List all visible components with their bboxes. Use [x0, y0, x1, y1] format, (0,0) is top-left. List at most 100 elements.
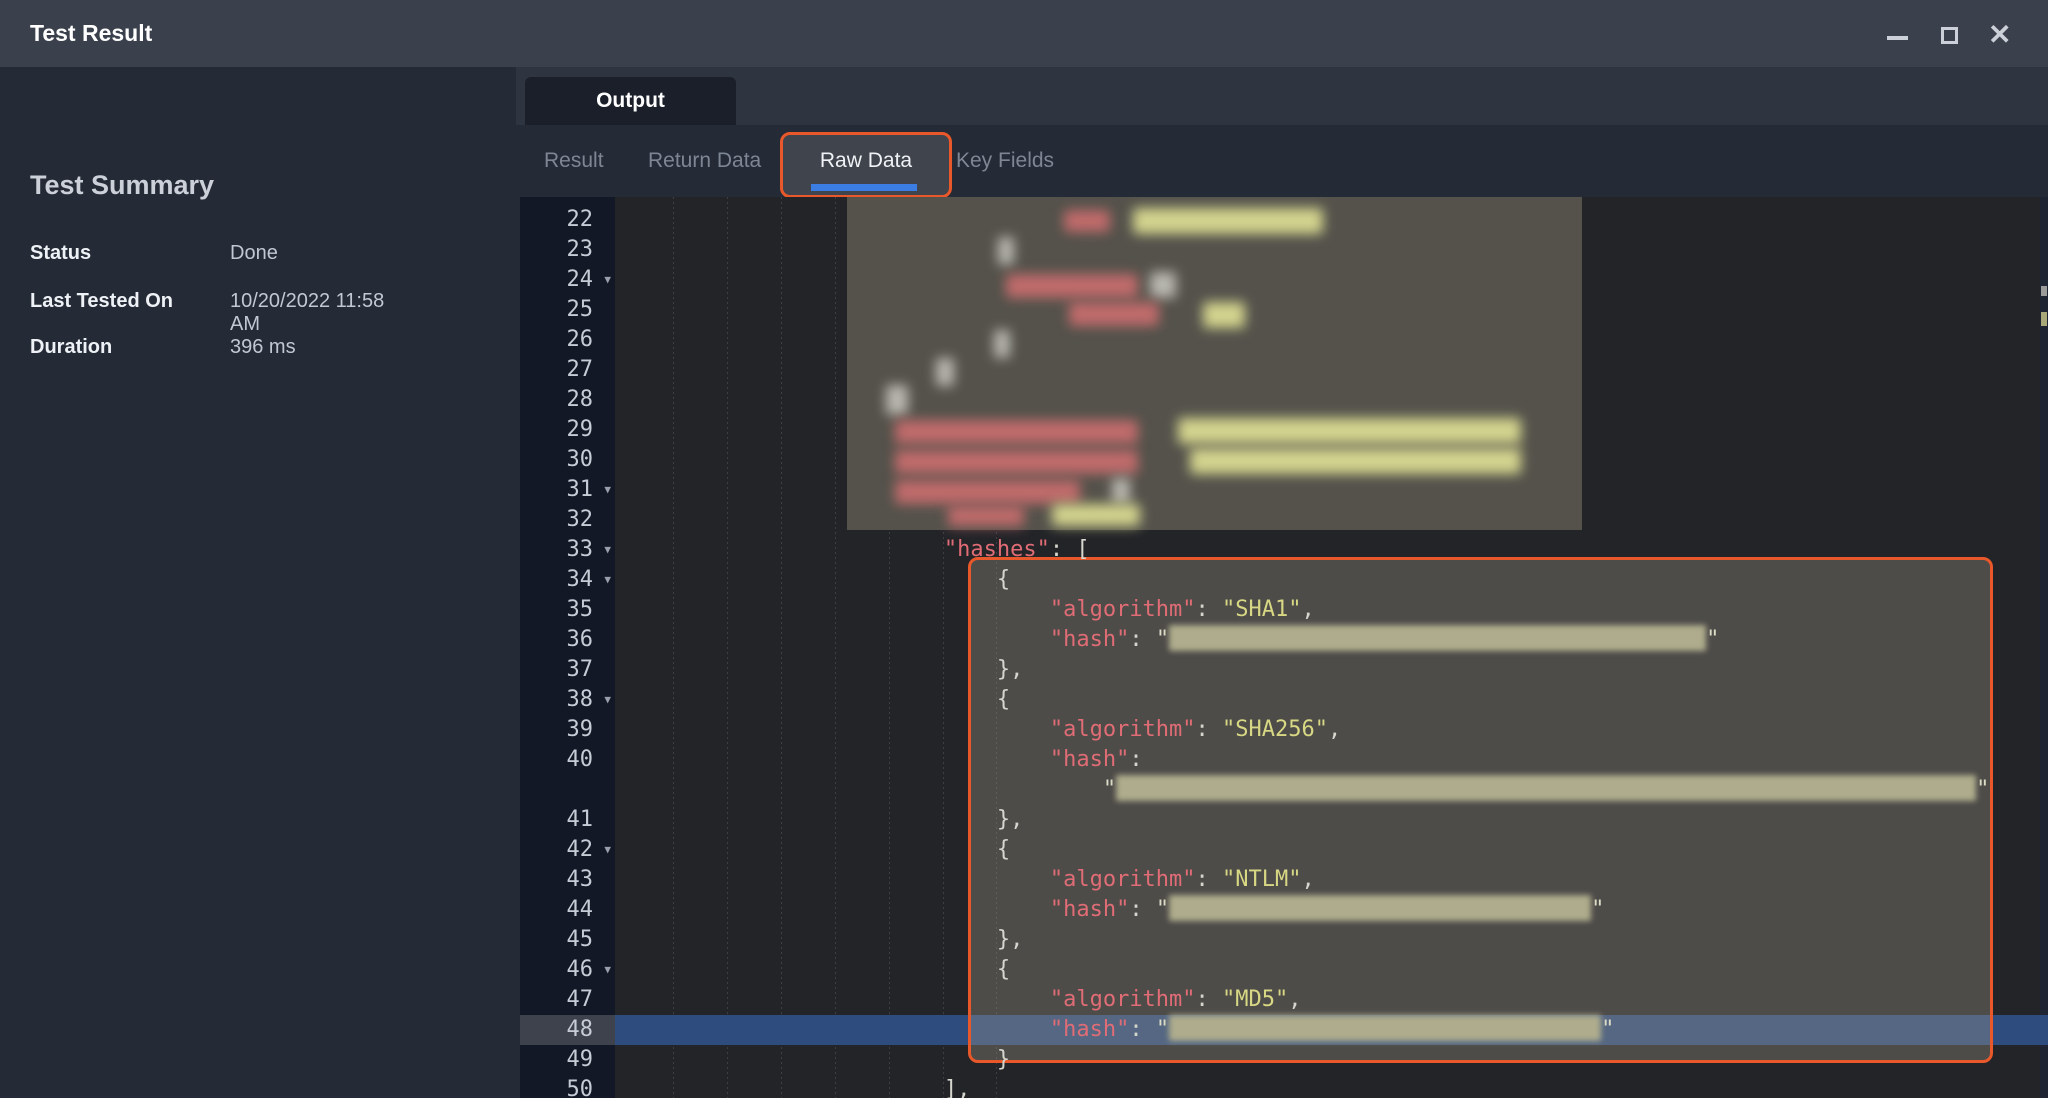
status-value: Done: [230, 242, 278, 265]
line-number[interactable]: 33▼: [520, 535, 615, 565]
line-number[interactable]: 29: [520, 415, 615, 445]
code-line[interactable]: [615, 445, 2048, 475]
line-number[interactable]: 36: [520, 625, 615, 655]
line-number[interactable]: 49: [520, 1045, 615, 1075]
line-number[interactable]: 45: [520, 925, 615, 955]
test-result-dialog: Test Result ✕ Test Summary Status Done L…: [0, 0, 2048, 1098]
fold-arrow-icon[interactable]: ▼: [604, 835, 611, 865]
fold-arrow-icon[interactable]: ▼: [604, 475, 611, 505]
code-line[interactable]: {: [615, 565, 2048, 595]
code-line[interactable]: [615, 265, 2048, 295]
line-number[interactable]: 27: [520, 355, 615, 385]
close-icon: ✕: [1988, 18, 2011, 51]
code-line[interactable]: {: [615, 685, 2048, 715]
output-subtabs: Result Return Data Raw Data Key Fields: [400, 125, 2048, 197]
last-tested-label: Last Tested On: [30, 290, 173, 313]
tab-output[interactable]: Output: [525, 77, 736, 125]
line-number[interactable]: 32: [520, 505, 615, 535]
duration-label: Duration: [30, 336, 112, 359]
code-line[interactable]: "hash": "": [615, 1015, 2048, 1045]
code-line[interactable]: {: [615, 835, 2048, 865]
fold-arrow-icon[interactable]: ▼: [604, 685, 611, 715]
fold-arrow-icon[interactable]: ▼: [604, 565, 611, 595]
code-line[interactable]: "algorithm": "SHA256",: [615, 715, 2048, 745]
fold-arrow-icon[interactable]: ▼: [604, 535, 611, 565]
code-line[interactable]: }: [615, 1045, 2048, 1075]
code-line[interactable]: "hash": "": [615, 625, 2048, 655]
code-line[interactable]: [615, 295, 2048, 325]
line-number[interactable]: 30: [520, 445, 615, 475]
last-tested-value: 10/20/2022 11:58 AM: [230, 290, 400, 336]
line-number[interactable]: 31▼: [520, 475, 615, 505]
line-number[interactable]: 28: [520, 385, 615, 415]
code-line[interactable]: },: [615, 805, 2048, 835]
line-number[interactable]: 47: [520, 985, 615, 1015]
line-number[interactable]: 26: [520, 325, 615, 355]
line-number[interactable]: 35: [520, 595, 615, 625]
code-line[interactable]: "algorithm": "NTLM",: [615, 865, 2048, 895]
test-summary-heading: Test Summary: [30, 170, 214, 201]
status-label: Status: [30, 242, 91, 265]
code-line[interactable]: [615, 505, 2048, 535]
subtab-raw-data[interactable]: Raw Data: [780, 132, 952, 198]
line-number[interactable]: 34▼: [520, 565, 615, 595]
code-line[interactable]: [615, 415, 2048, 445]
line-number[interactable]: 43: [520, 865, 615, 895]
code-line[interactable]: },: [615, 655, 2048, 685]
scrollbar-mark: [2041, 312, 2047, 326]
subtab-return-data[interactable]: Return Data: [648, 125, 761, 197]
code-line[interactable]: [615, 205, 2048, 235]
title-bar: Test Result ✕: [0, 0, 2048, 67]
line-number[interactable]: 21: [520, 197, 615, 202]
line-number[interactable]: 50: [520, 1075, 615, 1098]
redacted-hash-value: [1169, 1015, 1601, 1041]
code-line[interactable]: "hash": "": [615, 895, 2048, 925]
window-title: Test Result: [30, 20, 152, 47]
line-number[interactable]: 24▼: [520, 265, 615, 295]
scrollbar-mark: [2041, 286, 2047, 296]
code-line[interactable]: "hash":: [615, 745, 2048, 775]
minimize-button[interactable]: [1875, 0, 1919, 67]
line-number[interactable]: 38▼: [520, 685, 615, 715]
line-number[interactable]: 22: [520, 205, 615, 235]
subtab-result[interactable]: Result: [544, 125, 604, 197]
line-number[interactable]: 48: [520, 1015, 615, 1045]
line-number[interactable]: 41: [520, 805, 615, 835]
subtab-raw-data-label: Raw Data: [783, 135, 949, 187]
duration-value: 396 ms: [230, 336, 296, 359]
redacted-hash-value: [1169, 625, 1706, 651]
code-line[interactable]: ],: [615, 1075, 2048, 1098]
line-number[interactable]: 25: [520, 295, 615, 325]
subtab-key-fields[interactable]: Key Fields: [956, 125, 1054, 197]
maximize-icon: [1941, 27, 1958, 44]
fold-arrow-icon[interactable]: ▼: [604, 955, 611, 985]
line-number[interactable]: 23: [520, 235, 615, 265]
maximize-button[interactable]: [1928, 0, 1972, 67]
code-line[interactable]: "algorithm": "SHA1",: [615, 595, 2048, 625]
line-number[interactable]: 39: [520, 715, 615, 745]
code-line[interactable]: [615, 197, 2048, 202]
code-line[interactable]: [615, 385, 2048, 415]
code-line[interactable]: [615, 355, 2048, 385]
fold-arrow-icon[interactable]: ▼: [604, 265, 611, 295]
line-number[interactable]: 46▼: [520, 955, 615, 985]
line-number[interactable]: 40: [520, 745, 615, 775]
code-line[interactable]: [615, 235, 2048, 265]
code-line[interactable]: [615, 325, 2048, 355]
test-summary-panel: Test Summary Status Done Last Tested On …: [0, 67, 400, 1098]
line-number[interactable]: 42▼: [520, 835, 615, 865]
code-line[interactable]: },: [615, 925, 2048, 955]
output-tab-strip: Output: [516, 67, 2048, 125]
code-line[interactable]: "algorithm": "MD5",: [615, 985, 2048, 1015]
code-line[interactable]: "hashes": [: [615, 535, 2048, 565]
code-line[interactable]: {: [615, 955, 2048, 985]
close-button[interactable]: ✕: [1978, 0, 2022, 67]
raw-data-code-editor[interactable]: "hashes": [ { "algorithm": "SHA1", "hash…: [615, 197, 2048, 1098]
editor-gutter[interactable]: 21 222324▼25262728293031▼3233▼34▼35363738…: [520, 197, 615, 1098]
code-line[interactable]: "": [615, 775, 2048, 805]
code-line[interactable]: [615, 475, 2048, 505]
redacted-hash-value: [1169, 895, 1591, 921]
raw-data-active-underline: [811, 184, 917, 191]
line-number[interactable]: 37: [520, 655, 615, 685]
line-number[interactable]: 44: [520, 895, 615, 925]
